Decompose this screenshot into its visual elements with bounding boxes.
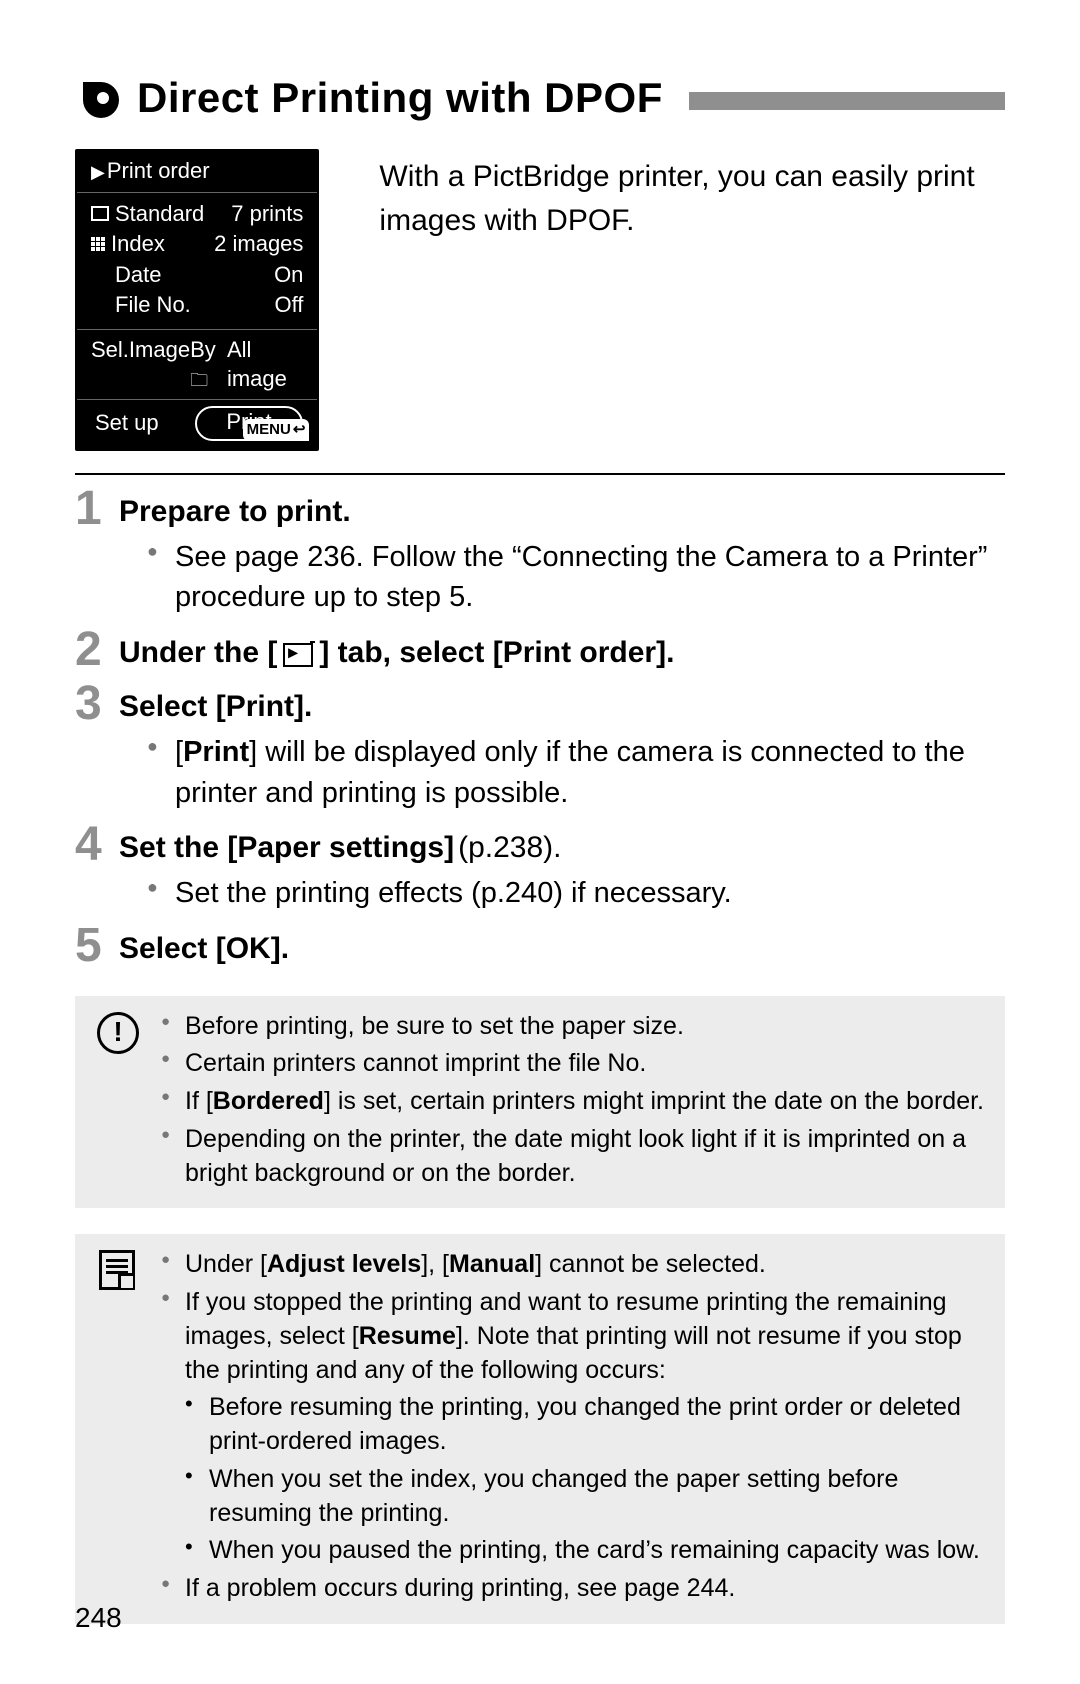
note-item: If you stopped the printing and want to …	[161, 1286, 987, 1568]
step-1: 1 Prepare to print. See page 236. Follow…	[75, 485, 1005, 620]
folder-icon: 🗀	[190, 370, 208, 390]
step-5: 5 Select [OK].	[75, 922, 1005, 970]
lcd-label: Index	[111, 230, 165, 259]
note-subitem: When you paused the printing, the card’s…	[185, 1534, 987, 1568]
lcd-value: 2 images	[214, 230, 303, 259]
note-icon	[97, 1250, 137, 1300]
step-heading: Under the [ ] tab, select [Print order].	[119, 636, 1005, 670]
caution-item: Before printing, be sure to set the pape…	[161, 1010, 987, 1044]
lcd-tab-by-label: By	[190, 337, 216, 362]
note-item: If a problem occurs during printing, see…	[161, 1572, 987, 1606]
lcd-title-text: Print order	[107, 158, 210, 183]
lcd-menu-label: MENU	[247, 420, 291, 440]
step-number: 4	[75, 821, 109, 869]
lcd-value: Off	[274, 291, 303, 320]
text: Under [	[185, 1250, 267, 1278]
note-subitem: Before resuming the printing, you change…	[185, 1391, 987, 1459]
step-text: ] tab, select [Print order].	[319, 636, 674, 670]
camera-lcd-screen: ▶Print order Standard 7 prints Index 2 i…	[75, 149, 319, 451]
lcd-settings-block: Standard 7 prints Index 2 images Date On…	[77, 192, 317, 329]
lcd-tabs: Sel.Image By 🗀 All image	[77, 329, 317, 399]
note-subitem: When you set the index, you changed the …	[185, 1463, 987, 1531]
step-text: Under the [	[119, 636, 277, 670]
horizontal-rule	[75, 473, 1005, 475]
lcd-row-date: Date On	[91, 260, 303, 291]
step-bullet: See page 236. Follow the “Connecting the…	[147, 537, 1005, 618]
text: ], [	[421, 1250, 449, 1278]
lcd-bottom-row: Set up Print MENU↩	[77, 399, 317, 449]
lcd-row-fileno: File No. Off	[91, 290, 303, 321]
index-icon	[91, 237, 105, 251]
lcd-row-index: Index 2 images	[91, 229, 303, 260]
step-number: 2	[75, 626, 109, 674]
step-heading: Select [OK].	[119, 932, 1005, 966]
bold-text: Resume	[359, 1322, 456, 1350]
step-heading: Select [Print].	[119, 690, 1005, 724]
page-number: 248	[75, 1602, 122, 1634]
caution-icon: !	[97, 1012, 137, 1054]
lcd-setup-label: Set up	[77, 409, 195, 438]
text: If [	[185, 1087, 213, 1115]
dpof-icon	[75, 70, 123, 125]
lcd-value: 7 prints	[231, 200, 303, 229]
bold-text: Adjust levels	[267, 1250, 421, 1278]
caution-item: If [Bordered] is set, certain printers m…	[161, 1085, 987, 1119]
text: ] will be displayed only if the camera i…	[175, 736, 965, 809]
step-number: 5	[75, 922, 109, 970]
step-3: 3 Select [Print]. [Print] will be displa…	[75, 680, 1005, 815]
text: ] cannot be selected.	[535, 1250, 766, 1278]
text: ] is set, certain printers might imprint…	[324, 1087, 984, 1115]
step-2: 2 Under the [ ] tab, select [Print order…	[75, 626, 1005, 674]
playback-tab-icon	[283, 643, 313, 667]
dpof-small-icon: ▶	[91, 162, 105, 182]
step-text: Set the [Paper settings]	[119, 831, 454, 865]
step-number: 1	[75, 485, 109, 533]
caution-item: Certain printers cannot imprint the file…	[161, 1047, 987, 1081]
intro-region: ▶Print order Standard 7 prints Index 2 i…	[75, 149, 1005, 451]
step-heading: Set the [Paper settings] (p.238).	[119, 831, 1005, 865]
title-rule-bar	[689, 92, 1005, 110]
lcd-row-standard: Standard 7 prints	[91, 199, 303, 230]
intro-paragraph: With a PictBridge printer, you can easil…	[379, 149, 1005, 242]
lcd-tab-all-image: All image	[227, 336, 303, 393]
caution-item: Depending on the printer, the date might…	[161, 1123, 987, 1191]
step-text: (p.238).	[458, 831, 561, 865]
step-4: 4 Set the [Paper settings] (p.238). Set …	[75, 821, 1005, 916]
step-bullet: [Print] will be displayed only if the ca…	[147, 732, 1005, 813]
lcd-tab-by-folder: By 🗀	[190, 336, 227, 393]
standard-icon	[91, 206, 109, 221]
text: [	[175, 736, 183, 768]
section-title-row: Direct Printing with DPOF	[75, 70, 1005, 125]
bold-text: Bordered	[213, 1087, 324, 1115]
lcd-label: Date	[91, 261, 161, 290]
step-heading: Prepare to print.	[119, 495, 1005, 529]
section-title: Direct Printing with DPOF	[137, 74, 663, 122]
lcd-tab-sel-image: Sel.Image	[91, 336, 190, 393]
lcd-label: File No.	[91, 291, 191, 320]
undo-icon: ↩	[293, 420, 306, 440]
bold-text: Manual	[449, 1250, 535, 1278]
manual-page: Direct Printing with DPOF ▶Print order S…	[0, 0, 1080, 1684]
lcd-value: On	[274, 261, 303, 290]
note-item: Under [Adjust levels], [Manual] cannot b…	[161, 1248, 987, 1282]
bold-text: Print	[183, 736, 249, 768]
step-number: 3	[75, 680, 109, 728]
step-bullet: Set the printing effects (p.240) if nece…	[147, 873, 1005, 914]
lcd-label: Standard	[115, 200, 204, 229]
steps-list: 1 Prepare to print. See page 236. Follow…	[75, 485, 1005, 970]
lcd-title: ▶Print order	[77, 155, 317, 192]
caution-box: ! Before printing, be sure to set the pa…	[75, 996, 1005, 1209]
lcd-menu-back: MENU↩	[243, 419, 310, 441]
note-box: Under [Adjust levels], [Manual] cannot b…	[75, 1234, 1005, 1624]
